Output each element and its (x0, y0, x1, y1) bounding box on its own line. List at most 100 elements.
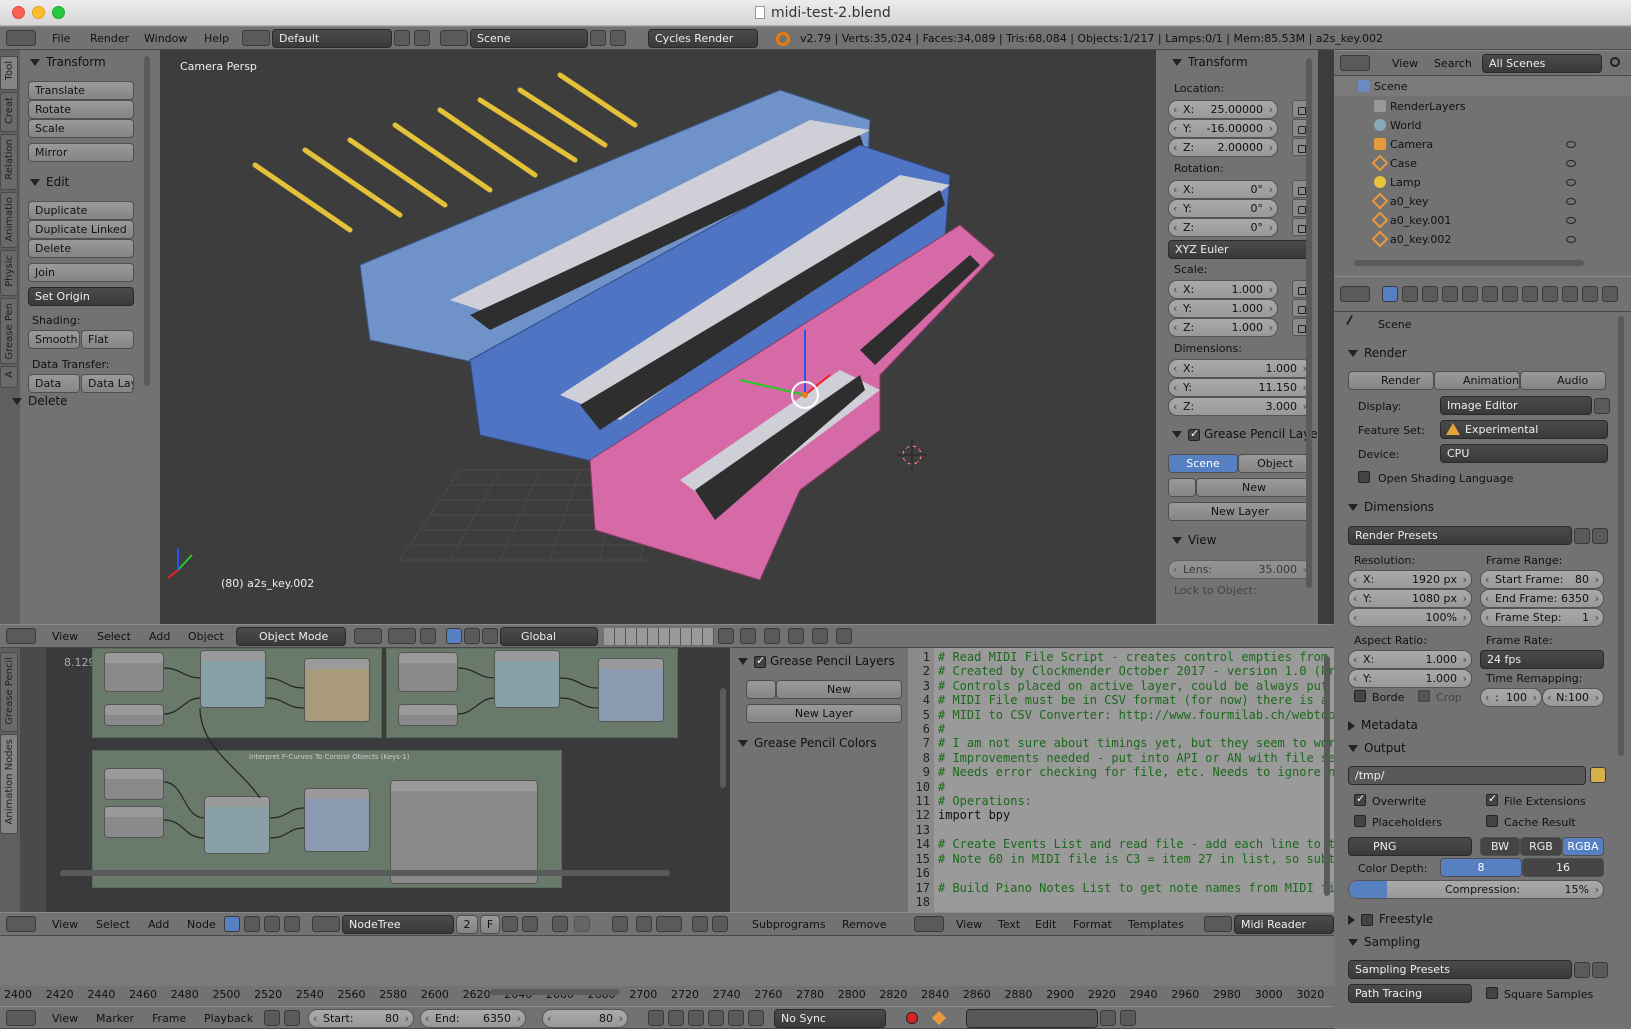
rgb-button[interactable]: RGB (1520, 837, 1562, 856)
smooth-button[interactable]: Smooth (28, 330, 80, 349)
snap-icon[interactable] (764, 628, 780, 644)
depth-8-button[interactable]: 8 (1440, 858, 1522, 877)
play-reverse-icon[interactable] (688, 1010, 704, 1026)
outliner-row-a0-key-001[interactable]: a0_key.001 (1360, 211, 1451, 229)
render-button[interactable]: Render (1348, 371, 1434, 390)
osl-checkbox[interactable] (1358, 471, 1370, 483)
copy-nodes-icon[interactable] (692, 916, 708, 932)
node[interactable] (104, 704, 164, 726)
outliner-row-scene[interactable]: Scene (1344, 80, 1408, 93)
dimensions-panel-header[interactable]: Dimensions (1348, 500, 1434, 514)
resolution-percent-field[interactable]: 100% (1348, 608, 1472, 627)
overwrite-checkbox[interactable] (1354, 792, 1366, 806)
delete-keyframe-icon[interactable] (1120, 1010, 1136, 1026)
frame-rate-select[interactable]: 24 fps (1480, 650, 1604, 669)
timeline-editor-icon[interactable] (6, 1010, 36, 1026)
render-layers-context-icon[interactable] (1402, 286, 1418, 302)
render-context-icon[interactable] (1382, 286, 1398, 302)
node-menu-select[interactable]: Select (96, 918, 130, 931)
tab-grease-pencil[interactable]: Grease Pen (0, 298, 18, 364)
code-line[interactable]: # Note 60 in MIDI file is C3 = item 27 i… (938, 852, 1334, 866)
screen-layout-icon[interactable] (242, 30, 270, 46)
device-select[interactable]: CPU (1440, 444, 1608, 463)
outliner-display-select[interactable]: All Scenes (1482, 54, 1602, 73)
node-menu-view[interactable]: View (52, 918, 78, 931)
node[interactable] (494, 650, 560, 708)
rotation-mode-select[interactable]: XYZ Euler (1168, 240, 1312, 259)
node-editor[interactable]: Grease Pencil Animation Nodes 8.1299 ms … (0, 648, 730, 912)
outliner-row-world[interactable]: World (1360, 119, 1422, 132)
scale-y-field[interactable]: Y:1.000 (1168, 299, 1278, 318)
resolution-y-field[interactable]: Y:1080 px (1348, 589, 1472, 608)
menu-render[interactable]: Render (90, 32, 129, 45)
compression-slider[interactable]: Compression:15% (1348, 880, 1604, 899)
node[interactable] (398, 704, 458, 726)
sampling-panel-header[interactable]: Sampling (1348, 935, 1420, 949)
rotation-y-field[interactable]: Y:0° (1168, 199, 1278, 218)
scene-field[interactable]: Scene (470, 29, 588, 48)
code-line[interactable]: # Operations: (938, 794, 1334, 808)
outliner-row-camera[interactable]: Camera (1360, 138, 1433, 151)
viewport-editor-icon[interactable] (6, 628, 36, 644)
jump-prev-keyframe-icon[interactable] (668, 1010, 684, 1026)
tool-shelf-scrollbar[interactable] (144, 56, 150, 386)
rotate-manipulator-icon[interactable] (464, 628, 480, 644)
menu-help[interactable]: Help (204, 32, 229, 45)
remove-menu[interactable]: Remove (842, 918, 887, 931)
timeline-scrollbar[interactable] (490, 989, 620, 995)
data-transfer-button[interactable]: Data (28, 374, 80, 393)
delete-section-header[interactable]: Delete (12, 394, 67, 408)
audio-button[interactable]: Audio (1520, 371, 1606, 390)
data-layout-button[interactable]: Data Lay (81, 374, 134, 393)
outliner-search-icon[interactable] (1610, 57, 1620, 67)
tab-create[interactable]: Creat (0, 92, 18, 132)
code-line[interactable]: # MIDI File must be in CSV format (for n… (938, 693, 1334, 707)
remap-old-field[interactable]: :100 (1480, 688, 1542, 707)
start-frame-field[interactable]: Start Frame:80 (1480, 570, 1604, 589)
rotation-x-field[interactable]: X:0° (1168, 180, 1278, 199)
text-block-field[interactable]: Midi Reader (1234, 915, 1334, 934)
outliner-row-lamp[interactable]: Lamp (1360, 176, 1421, 189)
timeline-end-field[interactable]: End:6350 (420, 1009, 526, 1028)
remove-scene-icon[interactable] (610, 30, 626, 46)
node-gp-pencil-icon[interactable] (746, 680, 776, 699)
preview-range-icon[interactable] (264, 1010, 280, 1026)
node-menu-node[interactable]: Node (187, 918, 216, 931)
text-editor-icon[interactable] (914, 916, 944, 932)
integrator-select[interactable]: Path Tracing (1348, 984, 1472, 1003)
gp-new-button[interactable]: New (1196, 478, 1312, 497)
text-menu-templates[interactable]: Templates (1128, 918, 1184, 931)
depth-16-button[interactable]: 16 (1522, 858, 1604, 877)
translate-button[interactable]: Translate (28, 81, 134, 100)
node-editor-hscrollbar[interactable] (60, 870, 670, 876)
close-window-icon[interactable] (12, 6, 25, 19)
zoom-window-icon[interactable] (52, 6, 65, 19)
code-line[interactable]: # Needs error checking for file, etc. Ne… (938, 765, 1334, 779)
delete-button[interactable]: Delete (28, 239, 134, 258)
gp-new-layer-button[interactable]: New Layer (1168, 502, 1312, 521)
code-line[interactable] (938, 895, 1334, 909)
node-menu-add[interactable]: Add (148, 918, 169, 931)
node[interactable] (398, 652, 458, 692)
scale-button[interactable]: Scale (28, 119, 134, 138)
visibility-eye-icon[interactable] (1566, 236, 1576, 243)
jump-next-keyframe-icon[interactable] (728, 1010, 744, 1026)
add-sampling-preset-icon[interactable] (1574, 962, 1590, 978)
outliner-row-case[interactable]: Case (1360, 154, 1417, 172)
timeline-ruler[interactable]: 2400 2420 2440 2460 2480 2500 2520 2540 2560 2580… (0, 986, 1334, 1006)
output-path-field[interactable]: /tmp/ (1348, 766, 1586, 785)
gp-scene-tab[interactable]: Scene (1168, 454, 1238, 473)
border-checkbox[interactable] (1354, 690, 1366, 702)
code-line[interactable] (938, 823, 1334, 837)
pin-node-tree-icon[interactable] (552, 916, 568, 932)
text-browse-icon[interactable] (1204, 916, 1232, 932)
backdrop-icon[interactable] (612, 916, 628, 932)
outliner-row-a0-key-002[interactable]: a0_key.002 (1360, 230, 1451, 248)
opengl-animation-icon[interactable] (836, 628, 852, 644)
add-preset-icon[interactable] (1574, 528, 1590, 544)
node-gp-layers-header[interactable]: Grease Pencil Layers (738, 654, 895, 668)
code-line[interactable]: # MIDI to CSV Converter: http://www.four… (938, 708, 1334, 722)
scene-icon[interactable] (440, 30, 468, 46)
node-tree-type-icon[interactable] (284, 916, 300, 932)
particles-context-icon[interactable] (1582, 286, 1598, 302)
